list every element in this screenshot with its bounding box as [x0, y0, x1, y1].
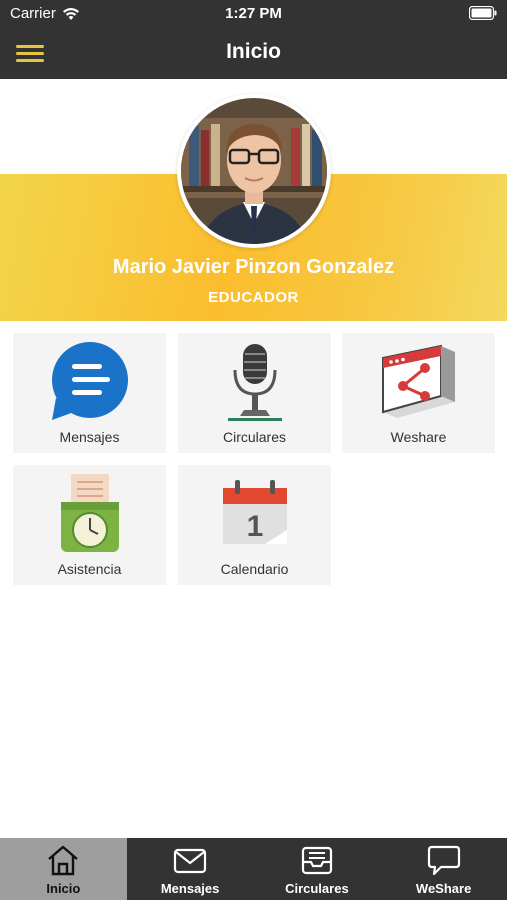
status-bar: Carrier 1:27 PM [0, 0, 507, 28]
tab-weshare[interactable]: WeShare [380, 838, 507, 900]
tab-mensajes[interactable]: Mensajes [127, 838, 254, 900]
tile-mensajes[interactable]: Mensajes [13, 333, 166, 453]
nav-bar: Inicio [0, 28, 507, 79]
profile-name: Mario Javier Pinzon Gonzalez [112, 256, 395, 278]
microphone-icon [227, 344, 282, 421]
time-clock-icon [60, 474, 119, 552]
speech-bubble-icon [427, 845, 460, 876]
home-icon [48, 845, 79, 876]
top-bar: Carrier 1:27 PM Inicio [0, 0, 507, 79]
tab-inicio[interactable]: Inicio [0, 838, 127, 900]
battery-icon [468, 5, 497, 24]
page-title: Inicio [226, 40, 281, 63]
tab-circulares[interactable]: Circulares [254, 838, 381, 900]
tab-label: Inicio [46, 881, 81, 896]
calendar-icon: 1 [222, 480, 287, 544]
tile-circulares[interactable]: Circulares [178, 333, 331, 453]
tile-label: Weshare [390, 429, 447, 445]
tab-label: WeShare [415, 881, 472, 896]
tile-asistencia[interactable]: Asistencia [13, 465, 166, 585]
bottom-tab-bar: Inicio Mensajes Circulares WeShare [0, 838, 507, 900]
inbox-tray-icon [301, 846, 332, 875]
chat-bubble-icon [51, 342, 128, 420]
tile-calendario[interactable]: 1 Calendario [178, 465, 331, 585]
tab-label: Circulares [285, 881, 349, 896]
envelope-icon [174, 848, 207, 874]
avatar [177, 94, 331, 248]
tab-label: Mensajes [160, 881, 220, 896]
status-time: 1:27 PM [225, 5, 282, 22]
tile-weshare[interactable]: Weshare [342, 333, 495, 453]
tile-label: Calendario [220, 561, 289, 577]
tile-label: Circulares [222, 429, 286, 445]
share-window-icon [381, 344, 455, 418]
tile-label: Asistencia [57, 561, 122, 577]
tile-label: Mensajes [59, 429, 120, 445]
svg-text:1: 1 [246, 510, 263, 543]
profile-role: EDUCADOR [208, 289, 299, 306]
